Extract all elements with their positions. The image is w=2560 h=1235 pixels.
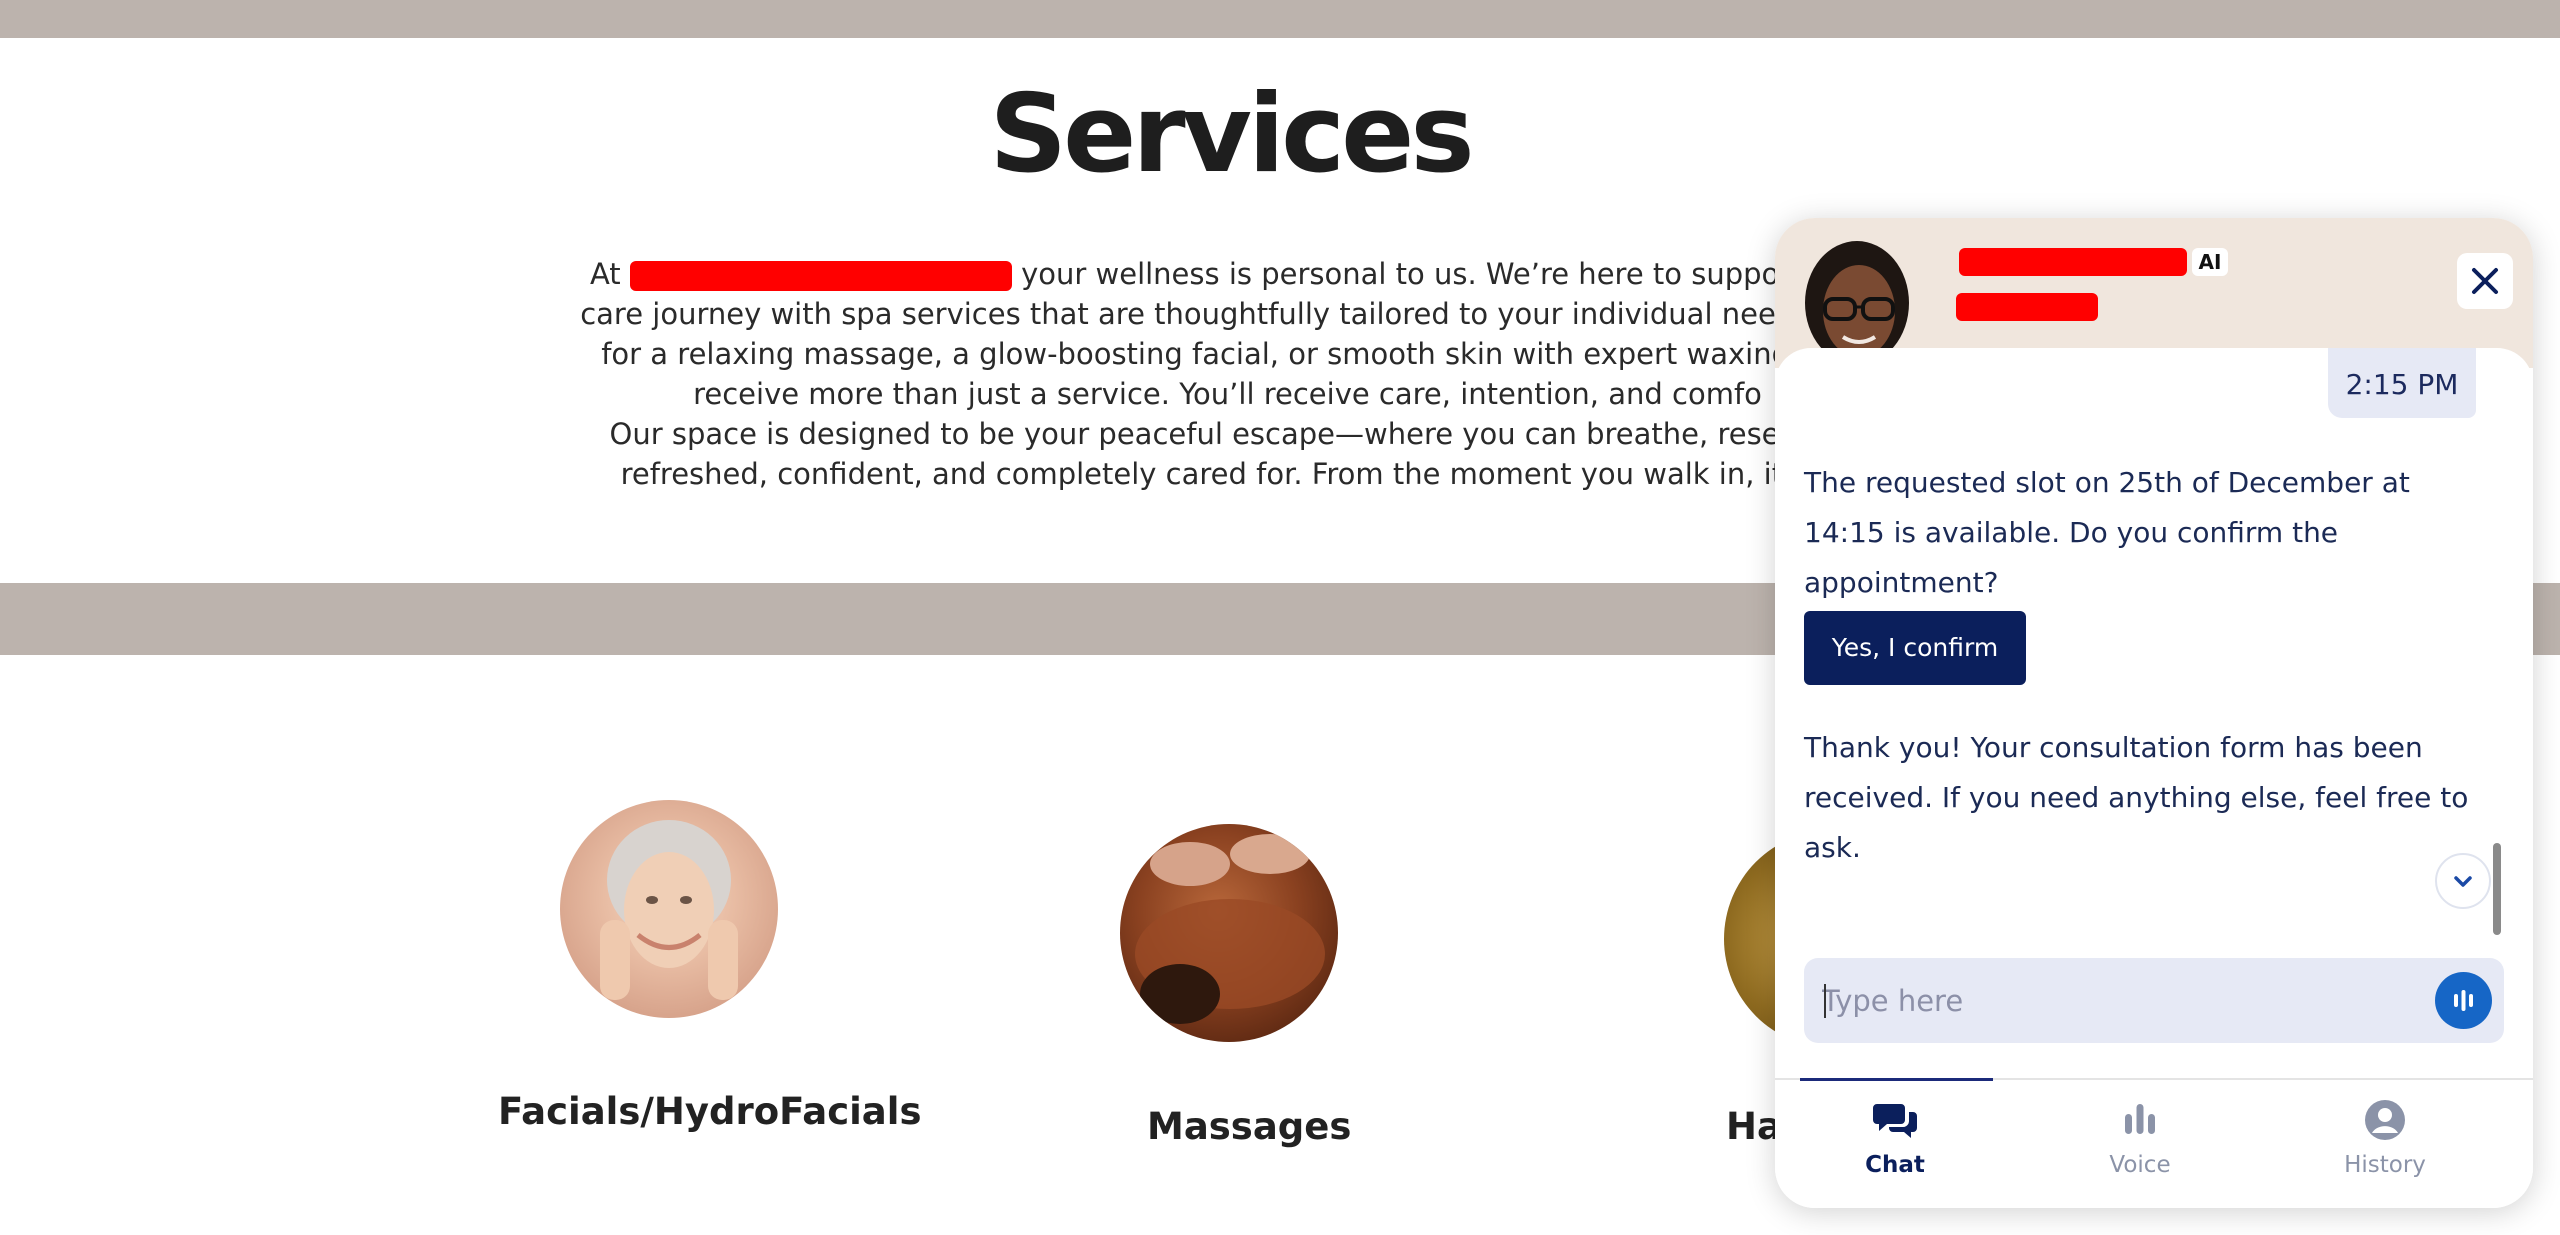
intro-line-3: for a relaxing massage, a glow-boosting … bbox=[601, 337, 1854, 371]
nav-tab-voice[interactable]: Voice bbox=[2040, 1096, 2240, 1178]
nav-label-history: History bbox=[2344, 1152, 2426, 1178]
page-title: Services bbox=[989, 72, 1474, 197]
redacted-agent-subtitle bbox=[1956, 293, 2098, 321]
service-label-third[interactable]: Ha bbox=[1726, 1105, 1782, 1148]
intro-line-4: receive more than just a service. You’ll… bbox=[693, 377, 1762, 411]
chat-message-input[interactable] bbox=[1822, 958, 2422, 1043]
chat-widget: AI 2:15 PM The requested slot on 25th of… bbox=[1775, 218, 2533, 1208]
voice-bars-icon bbox=[2125, 1104, 2155, 1134]
voice-wave-icon bbox=[2454, 990, 2473, 1011]
user-message-timestamp: 2:15 PM bbox=[2328, 348, 2476, 418]
nav-tab-chat[interactable]: Chat bbox=[1795, 1096, 1995, 1178]
woman-portrait-icon bbox=[600, 820, 738, 1000]
active-tab-indicator bbox=[1800, 1078, 1993, 1081]
intro-line-1: At your wellness is personal to us. We’r… bbox=[589, 257, 1866, 291]
intro-line-5: Our space is designed to be your peacefu… bbox=[609, 417, 1846, 451]
chat-scrollbar[interactable] bbox=[2493, 843, 2501, 935]
nav-label-voice: Voice bbox=[2109, 1152, 2171, 1178]
confirm-appointment-button[interactable]: Yes, I confirm bbox=[1804, 611, 2026, 685]
chat-bottom-nav: Chat Voice History bbox=[1775, 1078, 2533, 1208]
nav-label-chat: Chat bbox=[1865, 1152, 1925, 1178]
facials-service-image[interactable] bbox=[560, 800, 778, 1018]
text-caret bbox=[1824, 984, 1826, 1018]
chevron-down-icon bbox=[2454, 876, 2472, 887]
service-label-massages[interactable]: Massages bbox=[1147, 1105, 1351, 1148]
redacted-agent-name bbox=[1959, 248, 2187, 276]
chat-icon bbox=[1873, 1104, 1917, 1138]
services-intro-paragraph: At your wellness is personal to us. We’r… bbox=[505, 254, 1950, 494]
top-banner-band bbox=[0, 0, 2560, 38]
redacted-business-name bbox=[629, 261, 1012, 291]
service-label-facials[interactable]: Facials/HydroFacials bbox=[498, 1090, 921, 1133]
bot-message-thank-you: Thank you! Your consultation form has be… bbox=[1804, 731, 2469, 864]
bot-message-availability: The requested slot on 25th of December a… bbox=[1804, 466, 2410, 599]
chat-header: AI bbox=[1775, 218, 2533, 368]
nav-tab-history[interactable]: History bbox=[2285, 1096, 2485, 1178]
intro-line-2: care journey with spa services that are … bbox=[580, 297, 1875, 331]
ai-badge: AI bbox=[2192, 248, 2228, 276]
close-chat-button[interactable] bbox=[2457, 253, 2513, 309]
intro-line-6: refreshed, confident, and completely car… bbox=[620, 457, 1835, 491]
voice-input-button[interactable] bbox=[2435, 972, 2492, 1029]
close-icon bbox=[2472, 268, 2498, 294]
chat-input-container bbox=[1804, 958, 2504, 1043]
massage-back-icon bbox=[1135, 834, 1325, 1024]
user-history-icon bbox=[2365, 1100, 2405, 1140]
scroll-to-bottom-button[interactable] bbox=[2435, 853, 2491, 909]
massages-service-image[interactable] bbox=[1120, 824, 1338, 1042]
